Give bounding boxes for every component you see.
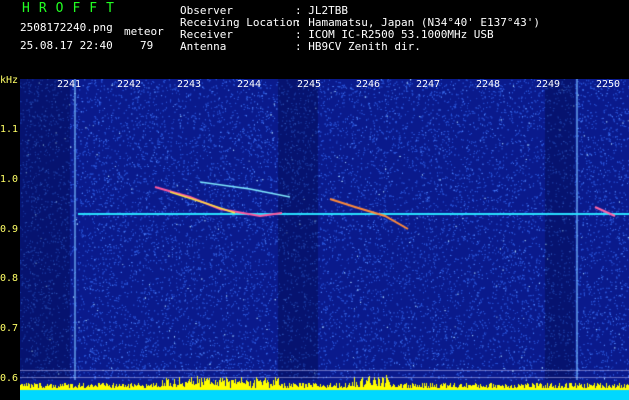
x-tick-2248: 2248 bbox=[476, 79, 501, 90]
y-tick-0-6: 0.6 bbox=[0, 373, 19, 384]
x-tick-2243: 2243 bbox=[177, 79, 202, 90]
mode-label: meteor bbox=[124, 25, 164, 38]
x-tick-2241: 2241 bbox=[57, 79, 82, 90]
antenna-value: : HB9CV Zenith dir. bbox=[295, 40, 421, 53]
count-label: 79 bbox=[140, 39, 154, 52]
datetime-label: 25.08.17 22:40 bbox=[20, 39, 113, 52]
x-tick-2247: 2247 bbox=[416, 79, 441, 90]
spectrogram-canvas bbox=[20, 79, 629, 400]
x-tick-2242: 2242 bbox=[117, 79, 142, 90]
y-tick-0-7: 0.7 bbox=[0, 323, 19, 334]
app-title: HROFFT bbox=[22, 1, 123, 16]
x-tick-2246: 2246 bbox=[356, 79, 381, 90]
x-tick-2244: 2244 bbox=[237, 79, 262, 90]
y-tick-0-9: 0.9 bbox=[0, 224, 19, 235]
header-panel: HROFFT 2508172240.png meteor 25.08.17 22… bbox=[0, 0, 629, 78]
y-tick-0-8: 0.8 bbox=[0, 273, 19, 284]
y-tick-1-1: 1.1 bbox=[0, 124, 19, 135]
y-unit-label: kHz bbox=[0, 75, 19, 86]
x-tick-2250: 2250 bbox=[596, 79, 621, 90]
y-tick-1-0: 1.0 bbox=[0, 174, 19, 185]
filename-label: 2508172240.png bbox=[20, 21, 113, 34]
x-tick-2245: 2245 bbox=[297, 79, 322, 90]
x-tick-2249: 2249 bbox=[536, 79, 561, 90]
antenna-label: Antenna bbox=[180, 40, 227, 53]
